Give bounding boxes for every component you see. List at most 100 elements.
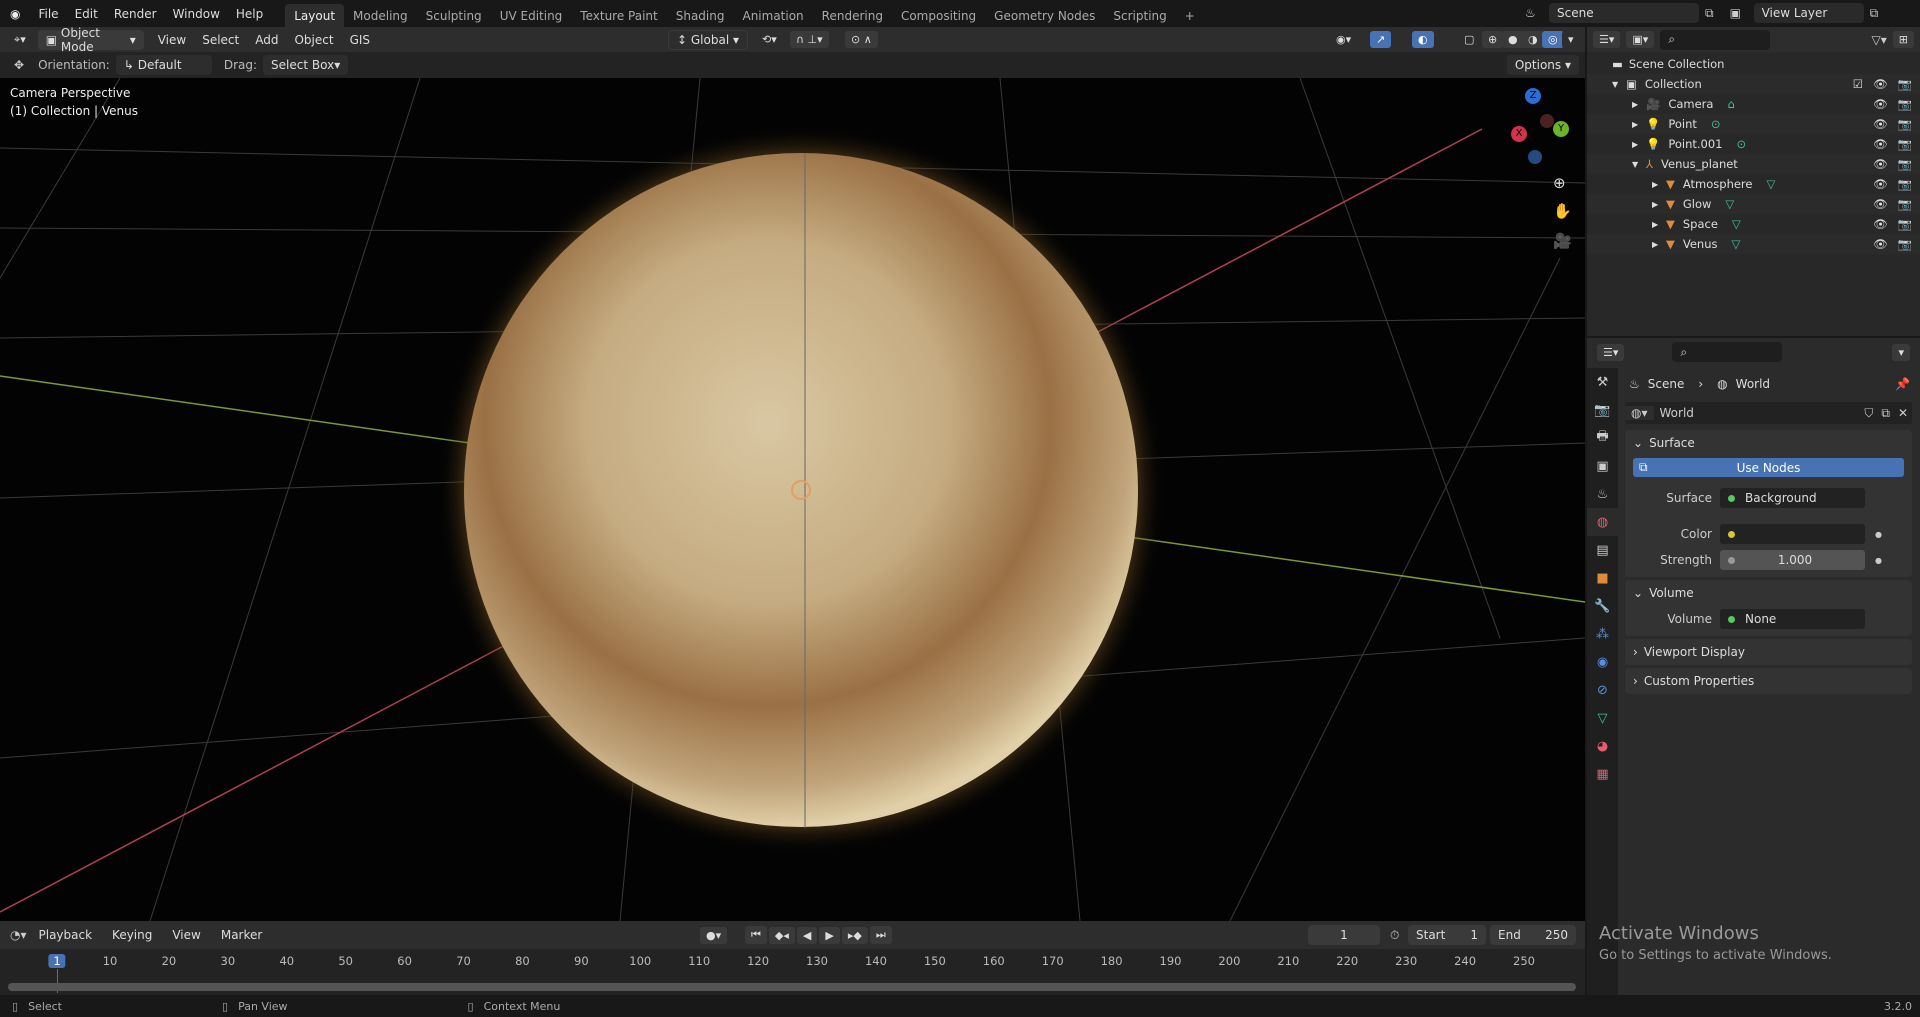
tab-geometry-nodes[interactable]: Geometry Nodes — [985, 4, 1104, 28]
material-shading-icon[interactable]: ◑ — [1522, 31, 1544, 48]
pivot-icon[interactable]: ⟲▾ — [756, 31, 783, 48]
render-camera-icon[interactable]: 📷 — [1898, 237, 1912, 251]
expand-down-icon[interactable]: ▼ — [1612, 80, 1626, 89]
expand-right-icon[interactable]: ▶ — [1652, 240, 1666, 249]
keyframe-dot[interactable]: ● — [1875, 530, 1882, 539]
mesh-data-icon[interactable]: ▽ — [1731, 237, 1740, 251]
proportional-edit-icon[interactable]: ⊙ ∧ — [845, 31, 878, 48]
pan-hand-icon[interactable]: ✋ — [1553, 202, 1572, 220]
menu-select[interactable]: Select — [194, 33, 247, 47]
outliner-editor-type-icon[interactable]: ☰▾ — [1593, 31, 1621, 48]
eye-icon[interactable]: 👁 — [1873, 217, 1888, 231]
orientation-selector[interactable]: ↳ Default — [115, 55, 212, 75]
expand-right-icon[interactable]: ▶ — [1632, 100, 1646, 109]
rendered-shading-icon[interactable]: ◎ — [1542, 31, 1564, 48]
render-camera-icon[interactable]: 📷 — [1898, 177, 1912, 191]
camera-data-icon[interactable]: ⌂ — [1727, 97, 1734, 111]
eye-icon[interactable]: 👁 — [1873, 237, 1888, 251]
wireframe-shading-icon[interactable]: ⊕ — [1482, 31, 1504, 48]
fake-user-icon[interactable]: ⛉ — [1860, 406, 1877, 421]
data-tab-icon[interactable]: ▽ — [1587, 704, 1618, 732]
tab-compositing[interactable]: Compositing — [892, 4, 985, 28]
expand-right-icon[interactable]: ▶ — [1652, 220, 1666, 229]
tab-rendering[interactable]: Rendering — [813, 4, 892, 28]
eye-icon[interactable]: 👁 — [1873, 197, 1888, 211]
properties-options-icon[interactable]: ▾ — [1892, 343, 1910, 361]
render-camera-icon[interactable]: 📷 — [1898, 97, 1912, 111]
mesh-data-icon[interactable]: ▽ — [1725, 197, 1734, 211]
gizmo-y[interactable]: Y — [1553, 121, 1569, 137]
gizmo-x[interactable]: X — [1511, 126, 1527, 142]
view-layer-selector[interactable]: View Layer — [1753, 3, 1864, 23]
snap-icon[interactable]: ∩ ⊥▾ — [790, 31, 829, 48]
render-camera-icon[interactable]: 📷 — [1898, 197, 1912, 211]
render-camera-icon[interactable]: 📷 — [1898, 137, 1912, 151]
constraints-tab-icon[interactable]: ⊘ — [1587, 676, 1618, 704]
render-camera-icon[interactable]: 📷 — [1898, 157, 1912, 171]
outliner-search-input[interactable]: ⌕ — [1660, 29, 1771, 50]
world-tab-icon[interactable]: ◍ — [1587, 508, 1618, 536]
expand-down-icon[interactable]: ▼ — [1632, 160, 1646, 169]
menu-gis[interactable]: GIS — [342, 33, 378, 47]
outliner-item[interactable]: ▶ 🎥 Camera ⌂ 👁 📷 — [1587, 94, 1920, 114]
camera-view-icon[interactable]: 🎥 — [1553, 232, 1572, 250]
gizmo-neg-z[interactable] — [1528, 150, 1542, 164]
menu-file[interactable]: File — [30, 7, 66, 21]
world-datablock-selector[interactable]: ◍▾ World ⛉ ⧉ ✕ — [1625, 402, 1912, 424]
navigation-gizmo[interactable]: Z Y X — [1495, 88, 1570, 164]
view-layer-tab-icon[interactable]: ▣ — [1587, 452, 1618, 480]
render-camera-icon[interactable]: 📷 — [1898, 217, 1912, 231]
eye-icon[interactable]: 👁 — [1873, 177, 1888, 191]
gizmo-neg-y[interactable] — [1540, 114, 1554, 128]
tab-sculpting[interactable]: Sculpting — [417, 4, 491, 28]
new-view-layer-icon[interactable]: ⧉ — [1870, 6, 1879, 21]
expand-right-icon[interactable]: ▶ — [1652, 180, 1666, 189]
scene-tab-icon[interactable]: ♨ — [1587, 480, 1618, 508]
duplicate-icon[interactable]: ⧉ — [1877, 406, 1894, 421]
tool-tab-icon[interactable]: ⚒ — [1587, 368, 1618, 396]
menu-render[interactable]: Render — [106, 7, 165, 21]
eye-icon[interactable]: 👁 — [1873, 77, 1888, 91]
keyframe-dot[interactable]: ● — [1875, 556, 1882, 565]
options-button[interactable]: Options ▾ — [1506, 55, 1579, 75]
tab-animation[interactable]: Animation — [733, 4, 812, 28]
editor-type-icon[interactable]: ⌖▾ — [8, 30, 32, 49]
outliner-item[interactable]: ▶ ▼ Glow ▽ 👁 📷 — [1587, 194, 1920, 214]
eye-icon[interactable]: 👁 — [1873, 157, 1888, 171]
scene-icon[interactable]: ♨ — [1525, 6, 1549, 20]
modifier-tab-icon[interactable]: 🔧 — [1587, 592, 1618, 620]
particles-tab-icon[interactable]: ⁂ — [1587, 620, 1618, 648]
menu-object[interactable]: Object — [286, 33, 341, 47]
render-tab-icon[interactable]: 📷 — [1587, 396, 1618, 424]
tab-modeling[interactable]: Modeling — [344, 4, 417, 28]
material-tab-icon[interactable]: ◕ — [1587, 732, 1618, 760]
zoom-icon[interactable]: ⊕ — [1553, 174, 1566, 192]
strength-field[interactable]: 1.000 — [1720, 550, 1865, 570]
eye-icon[interactable]: 👁 — [1873, 117, 1888, 131]
volume-shader-field[interactable]: None — [1720, 609, 1865, 629]
expand-right-icon[interactable]: ▶ — [1652, 200, 1666, 209]
output-tab-icon[interactable]: 🖶 — [1587, 424, 1618, 452]
viewport-display-panel[interactable]: › Viewport Display — [1625, 639, 1912, 665]
new-scene-icon[interactable]: ⧉ — [1705, 6, 1714, 21]
solid-shading-icon[interactable]: ● — [1502, 31, 1524, 48]
3d-viewport[interactable]: Camera Perspective (1) Collection | Venu… — [0, 78, 1585, 921]
render-camera-icon[interactable]: 📷 — [1898, 77, 1912, 91]
transform-orientation-selector[interactable]: ↕ Global ▾ — [668, 29, 748, 50]
view-layer-icon[interactable]: ▣ — [1730, 6, 1754, 20]
tab-layout[interactable]: Layout — [285, 3, 345, 28]
xray-toggle-icon[interactable]: ▢ — [1458, 31, 1481, 48]
menu-help[interactable]: Help — [228, 7, 271, 21]
shading-options-icon[interactable]: ▾ — [1562, 31, 1580, 48]
menu-add[interactable]: Add — [247, 33, 286, 47]
menu-view[interactable]: View — [150, 33, 194, 47]
move-tool-icon[interactable]: ✥ — [14, 58, 24, 72]
visibility-icon[interactable]: ◉▾ — [1330, 31, 1358, 48]
collection-tab-icon[interactable]: ▤ — [1587, 536, 1618, 564]
physics-tab-icon[interactable]: ◉ — [1587, 648, 1618, 676]
menu-window[interactable]: Window — [165, 7, 228, 21]
scene-selector[interactable]: Scene — [1549, 3, 1699, 23]
blender-logo-icon[interactable]: ◉ — [0, 7, 30, 21]
outliner-item[interactable]: ▶ 💡 Point ⊙ 👁 📷 — [1587, 114, 1920, 134]
mode-selector[interactable]: ▣ Object Mode ▾ — [37, 26, 144, 54]
